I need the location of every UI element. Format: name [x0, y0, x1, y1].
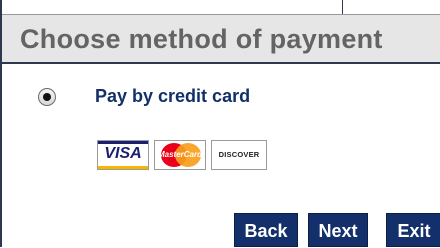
next-button[interactable]: Next	[308, 213, 368, 247]
credit-card-option-label[interactable]: Pay by credit card	[95, 86, 250, 107]
credit-card-option[interactable]: Pay by credit card	[2, 84, 440, 114]
credit-card-radio[interactable]	[38, 88, 56, 106]
divider	[342, 0, 343, 14]
discover-logo: DISCOVER	[211, 140, 267, 170]
discover-logo-text: DISCOVER	[218, 150, 260, 159]
mastercard-logo: MasterCard	[154, 140, 206, 170]
visa-logo: VISA	[97, 140, 149, 170]
page-title: Choose method of payment	[20, 24, 383, 54]
exit-button[interactable]: Exit	[386, 213, 440, 247]
panel-header: Choose method of payment	[2, 14, 440, 64]
top-strip	[2, 0, 440, 14]
visa-logo-text: VISA	[104, 145, 142, 162]
mastercard-logo-text: MasterCard	[157, 150, 202, 159]
payment-panel: Choose method of payment Pay by credit c…	[0, 0, 440, 247]
back-button[interactable]: Back	[234, 213, 298, 247]
radio-selected-dot	[43, 93, 51, 101]
